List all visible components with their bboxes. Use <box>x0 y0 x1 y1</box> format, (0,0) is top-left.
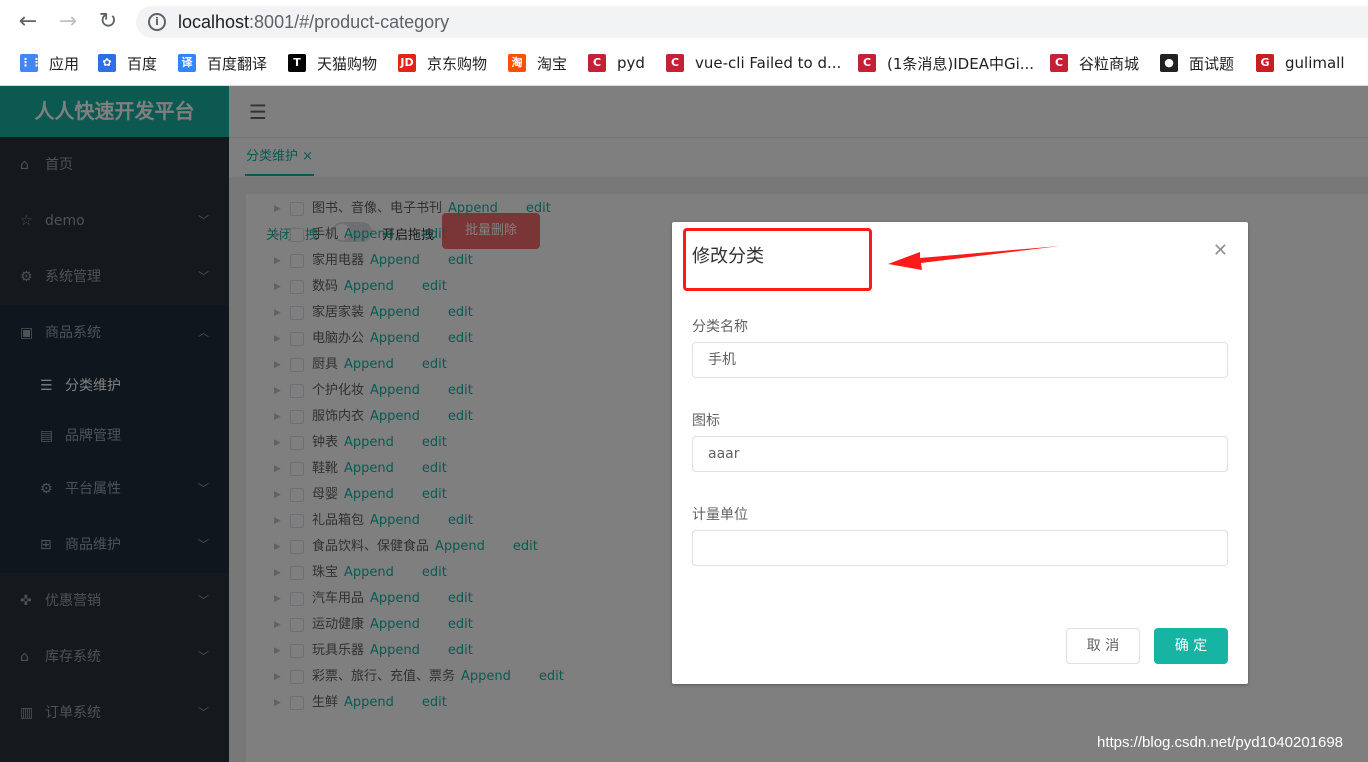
annotation-highlight-box <box>683 228 872 291</box>
bookmark-item[interactable]: 译百度翻译 <box>178 52 267 74</box>
confirm-button[interactable]: 确 定 <box>1154 628 1228 664</box>
address-bar[interactable]: i localhost:8001/#/product-category <box>136 6 1368 38</box>
url-text[interactable]: localhost:8001/#/product-category <box>178 11 449 33</box>
bookmark-label: vue-cli Failed to d... <box>695 54 842 72</box>
bookmark-item[interactable]: Cpyd <box>588 52 645 74</box>
bookmark-label: 应用 <box>49 54 80 73</box>
info-icon[interactable]: i <box>148 13 166 31</box>
bookmark-item[interactable]: Ggulimall <box>1256 52 1345 74</box>
csdn-icon: C <box>1050 54 1068 72</box>
watermark: https://blog.csdn.net/pyd1040201698 <box>1097 734 1344 751</box>
apps-grid-icon: ⋮⋮ <box>20 54 42 72</box>
csdn-icon: C <box>588 54 606 72</box>
bookmark-label: pyd <box>617 54 645 72</box>
icon-input[interactable]: aaar <box>692 436 1228 472</box>
url-host: localhost <box>178 12 250 32</box>
field-label-unit: 计量单位 <box>692 507 748 523</box>
unit-input[interactable] <box>692 530 1228 566</box>
cancel-button[interactable]: 取 消 <box>1066 628 1140 664</box>
bookmark-label: gulimall <box>1285 54 1345 72</box>
github-icon: ● <box>1160 54 1178 72</box>
browser-nav-row: ← → ↻ i localhost:8001/#/product-categor… <box>0 0 1368 44</box>
bookmark-label: 京东购物 <box>427 54 488 73</box>
bookmark-item[interactable]: T 天猫购物 <box>288 52 377 74</box>
close-icon[interactable]: ✕ <box>1213 240 1228 261</box>
field-label-icon: 图标 <box>692 413 720 429</box>
browser-chrome: ← → ↻ i localhost:8001/#/product-categor… <box>0 0 1368 86</box>
bookmark-item[interactable]: Cvue-cli Failed to d... <box>666 52 841 74</box>
bookmark-item[interactable]: C 谷粒商城 <box>1050 52 1139 74</box>
bookmark-item[interactable]: ⋮⋮ 应用 <box>20 52 79 74</box>
category-name-input[interactable]: 手机 <box>692 342 1228 378</box>
csdn-icon: C <box>666 54 684 72</box>
csdn-icon: C <box>858 54 876 72</box>
bookmark-label: 百度 <box>127 54 158 73</box>
bookmark-label: (1条消息)IDEA中Gi... <box>887 54 1035 73</box>
bookmarks-bar: ⋮⋮ 应用 ✿ 百度译百度翻译 T 天猫购物 JD 京东购物淘淘宝 Cpyd Cvue-cli F… <box>0 48 1368 78</box>
reload-icon[interactable]: ↻ <box>94 8 122 36</box>
bookmark-label: 天猫购物 <box>317 54 378 73</box>
bookmark-label: 面试题 <box>1189 54 1235 73</box>
annotation-arrow <box>888 246 1060 270</box>
bookmark-item[interactable]: JD 京东购物 <box>398 52 487 74</box>
tmall-icon: T <box>288 54 306 72</box>
jd-icon: JD <box>398 54 416 72</box>
baidu-translate-icon: 译 <box>178 54 196 72</box>
url-path: :8001/#/product-category <box>249 12 450 32</box>
bookmark-label: 百度翻译 <box>207 54 268 73</box>
back-arrow-icon[interactable]: ← <box>14 8 42 36</box>
bookmark-item[interactable]: ✿ 百度 <box>98 52 157 74</box>
baidu-paw-icon: ✿ <box>98 54 116 72</box>
taobao-icon: 淘 <box>508 54 526 72</box>
gitee-icon: G <box>1256 54 1274 72</box>
forward-arrow-icon[interactable]: → <box>54 8 82 36</box>
bookmark-label: 淘宝 <box>537 54 568 73</box>
field-label-name: 分类名称 <box>692 319 748 335</box>
bookmark-item[interactable]: C (1条消息)IDEA中Gi... <box>858 52 1034 74</box>
bookmark-label: 谷粒商城 <box>1079 54 1140 73</box>
bookmark-item[interactable]: 淘淘宝 <box>508 52 567 74</box>
bookmark-item[interactable]: ● 面试题 <box>1160 52 1234 74</box>
edit-category-dialog: 修改分类 ✕ 分类名称 手机 图标 aaar 计量单位 取 消 确 定 <box>672 222 1248 684</box>
